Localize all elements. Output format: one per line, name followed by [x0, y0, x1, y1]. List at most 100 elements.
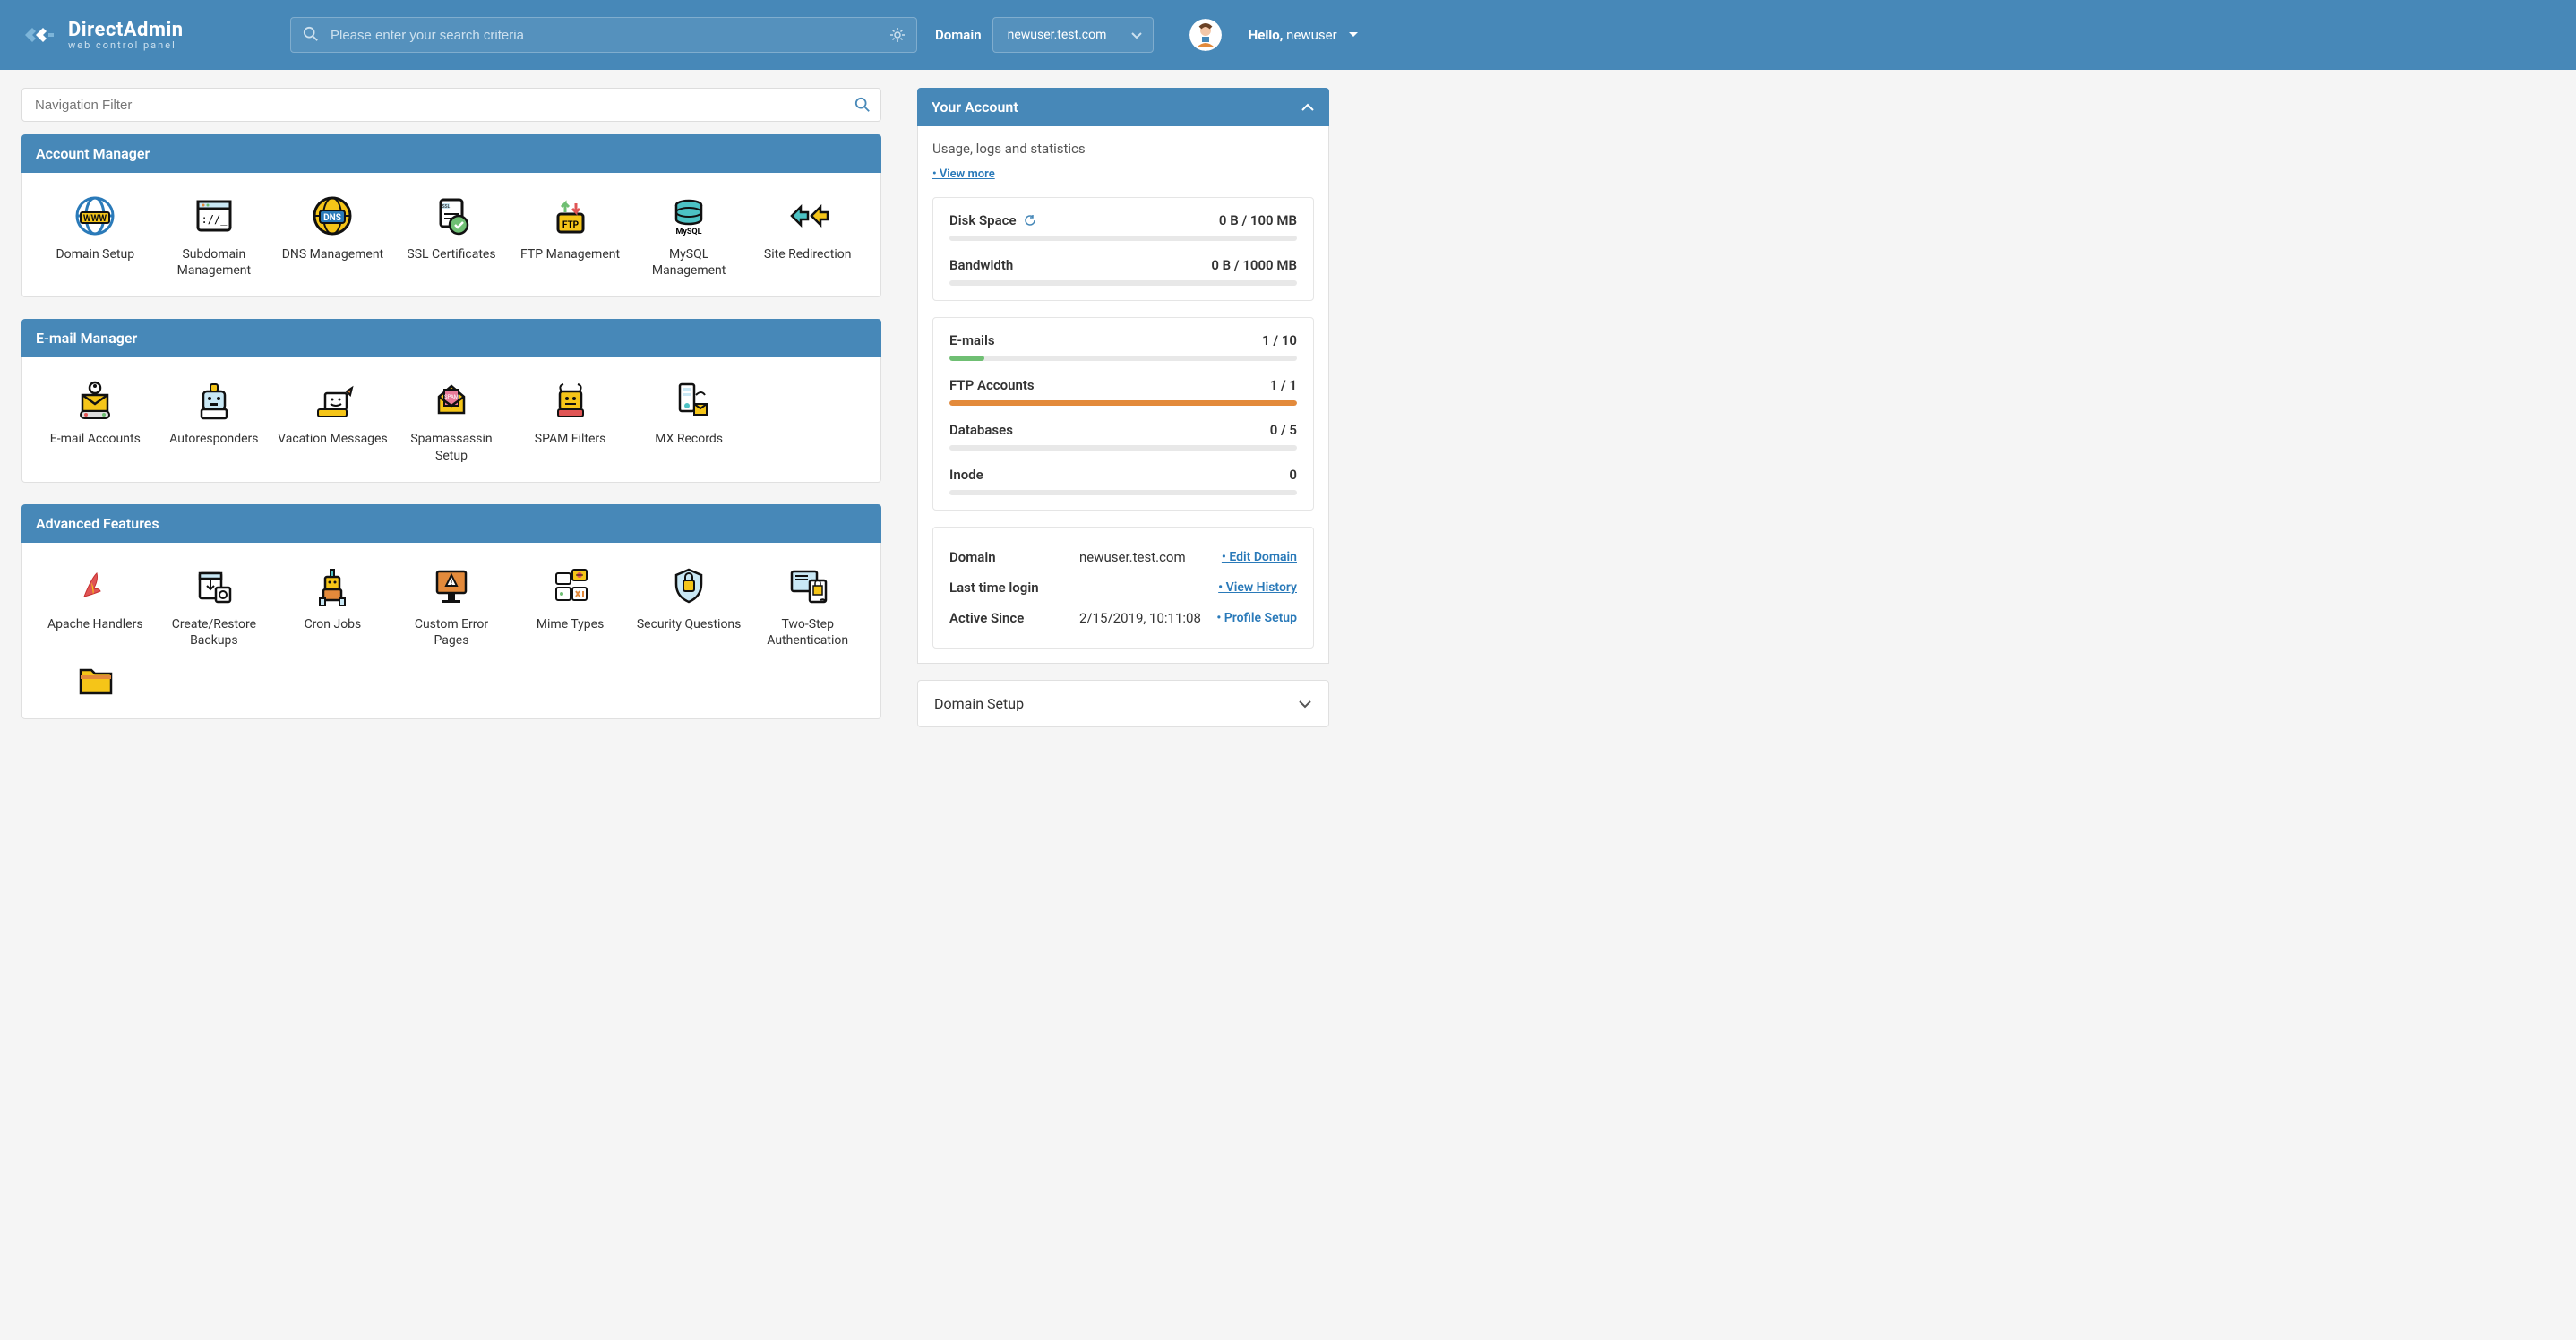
tile-redirect[interactable]: Site Redirection — [752, 194, 863, 279]
info-value: newuser.test.com — [1079, 549, 1222, 565]
apache-icon — [73, 564, 116, 607]
stats-card-2: E-mails 1 / 10FTP Accounts 1 / 1Database… — [932, 317, 1314, 511]
section-body-email: E-mail Accounts Autoresponders Vacation Me… — [21, 357, 881, 482]
browser-icon — [193, 194, 236, 237]
avatar[interactable] — [1189, 19, 1222, 51]
spamass-icon — [430, 379, 473, 422]
stat-name: Disk Space — [949, 212, 1036, 228]
stat-row: Inode 0 — [949, 467, 1297, 495]
tile-mx[interactable]: MX Records — [634, 379, 744, 463]
stats-card-1: Disk Space 0 B / 100 MB Bandwidth 0 B / 1… — [932, 197, 1314, 301]
tile-extra[interactable] — [40, 657, 150, 700]
section-body-account: Domain Setup Subdomain ManagementDNS Mana… — [21, 173, 881, 297]
main-column: Account Manager Domain Setup Subdomain Ma… — [21, 88, 881, 719]
domain-value: newuser.test.com — [1008, 28, 1107, 42]
user-menu[interactable]: Hello, newuser — [1249, 27, 1359, 43]
backup-icon — [193, 564, 236, 607]
section-header-account: Account Manager — [21, 134, 881, 173]
search-wrap — [290, 17, 917, 53]
stat-row: FTP Accounts 1 / 1 — [949, 377, 1297, 406]
progress-bar — [949, 445, 1297, 451]
logo[interactable]: DirectAdmin web control panel — [21, 17, 272, 53]
header-bar: DirectAdmin web control panel Domain new… — [0, 0, 2576, 70]
info-label: Domain — [949, 549, 1079, 565]
dns-icon — [311, 194, 354, 237]
tile-www[interactable]: Domain Setup — [40, 194, 150, 279]
info-link[interactable]: • Profile Setup — [1216, 611, 1297, 625]
progress-bar — [949, 490, 1297, 495]
domain-label: Domain — [935, 27, 982, 43]
tile-vacation[interactable]: Vacation Messages — [278, 379, 388, 463]
refresh-icon[interactable] — [1024, 214, 1036, 227]
info-row: Active Since2/15/2019, 10:11:08• Profile… — [949, 603, 1297, 633]
logo-icon — [21, 17, 57, 53]
section-header-email: E-mail Manager — [21, 319, 881, 357]
tile-label: Cron Jobs — [305, 616, 362, 632]
twostep-icon — [786, 564, 829, 607]
ftp-icon — [549, 194, 592, 237]
collapsed-section-domain-setup[interactable]: Domain Setup — [917, 680, 1329, 727]
tile-autores[interactable]: Autoresponders — [159, 379, 270, 463]
progress-bar — [949, 356, 1297, 361]
hello-prefix: Hello, — [1249, 27, 1284, 43]
tile-security[interactable]: Security Questions — [634, 564, 744, 649]
chevron-down-icon — [1298, 700, 1312, 709]
tile-errorpage[interactable]: Custom Error Pages — [397, 564, 507, 649]
domain-select[interactable]: newuser.test.com — [992, 17, 1154, 53]
tile-dns[interactable]: DNS Management — [278, 194, 388, 279]
sidebar: Your Account Usage, logs and statistics … — [917, 88, 1329, 741]
info-label: Last time login — [949, 580, 1079, 596]
stat-value: 1 / 10 — [1262, 332, 1297, 348]
search-input[interactable] — [290, 17, 917, 53]
view-more-link[interactable]: • View more — [932, 168, 995, 181]
collapsed-title: Domain Setup — [934, 695, 1024, 712]
tile-spamass[interactable]: Spamassassin Setup — [397, 379, 507, 463]
mx-icon — [667, 379, 710, 422]
tile-mime[interactable]: Mime Types — [515, 564, 625, 649]
tile-ftp[interactable]: FTP Management — [515, 194, 625, 279]
tile-label: Autoresponders — [169, 431, 258, 447]
stat-name: Bandwidth — [949, 257, 1013, 273]
side-header[interactable]: Your Account — [917, 88, 1329, 126]
gear-icon[interactable] — [889, 26, 906, 44]
progress-bar — [949, 400, 1297, 406]
navigation-filter-input[interactable] — [21, 88, 881, 122]
ssl-icon — [430, 194, 473, 237]
tile-backup[interactable]: Create/Restore Backups — [159, 564, 270, 649]
stat-name: FTP Accounts — [949, 377, 1035, 393]
section-header-advanced: Advanced Features — [21, 504, 881, 543]
mime-icon — [549, 564, 592, 607]
tile-mysql[interactable]: MySQL Management — [634, 194, 744, 279]
info-row: Last time login • View History — [949, 572, 1297, 603]
domain-selector-wrap: Domain newuser.test.com — [935, 17, 1154, 53]
tile-email-acc[interactable]: E-mail Accounts — [40, 379, 150, 463]
tile-label: Security Questions — [637, 616, 742, 632]
stat-row: Databases 0 / 5 — [949, 422, 1297, 451]
tile-label: Apache Handlers — [47, 616, 143, 632]
tile-label: E-mail Accounts — [50, 431, 141, 447]
tile-label: FTP Management — [520, 246, 620, 262]
tile-browser[interactable]: Subdomain Management — [159, 194, 270, 279]
stat-value: 0 — [1289, 467, 1297, 483]
tile-apache[interactable]: Apache Handlers — [40, 564, 150, 649]
errorpage-icon — [430, 564, 473, 607]
search-icon — [303, 26, 319, 42]
stat-row: Bandwidth 0 B / 1000 MB — [949, 257, 1297, 286]
info-link[interactable]: • View History — [1218, 580, 1297, 595]
info-link[interactable]: • Edit Domain — [1222, 550, 1297, 564]
tile-twostep[interactable]: Two-Step Authentication — [752, 564, 863, 649]
stat-value: 1 / 1 — [1270, 377, 1297, 393]
stat-row: Disk Space 0 B / 100 MB — [949, 212, 1297, 241]
tile-label: Domain Setup — [56, 246, 134, 262]
side-subtitle: Usage, logs and statistics — [932, 141, 1314, 157]
tile-cron[interactable]: Cron Jobs — [278, 564, 388, 649]
tile-ssl[interactable]: SSL Certificates — [397, 194, 507, 279]
tile-spamfilter[interactable]: SPAM Filters — [515, 379, 625, 463]
www-icon — [73, 194, 116, 237]
side-title: Your Account — [932, 99, 1018, 116]
tile-label: Custom Error Pages — [397, 616, 507, 649]
email-acc-icon — [73, 379, 116, 422]
redirect-icon — [786, 194, 829, 237]
side-body: Usage, logs and statistics • View more D… — [917, 126, 1329, 664]
tile-label: SSL Certificates — [407, 246, 495, 262]
